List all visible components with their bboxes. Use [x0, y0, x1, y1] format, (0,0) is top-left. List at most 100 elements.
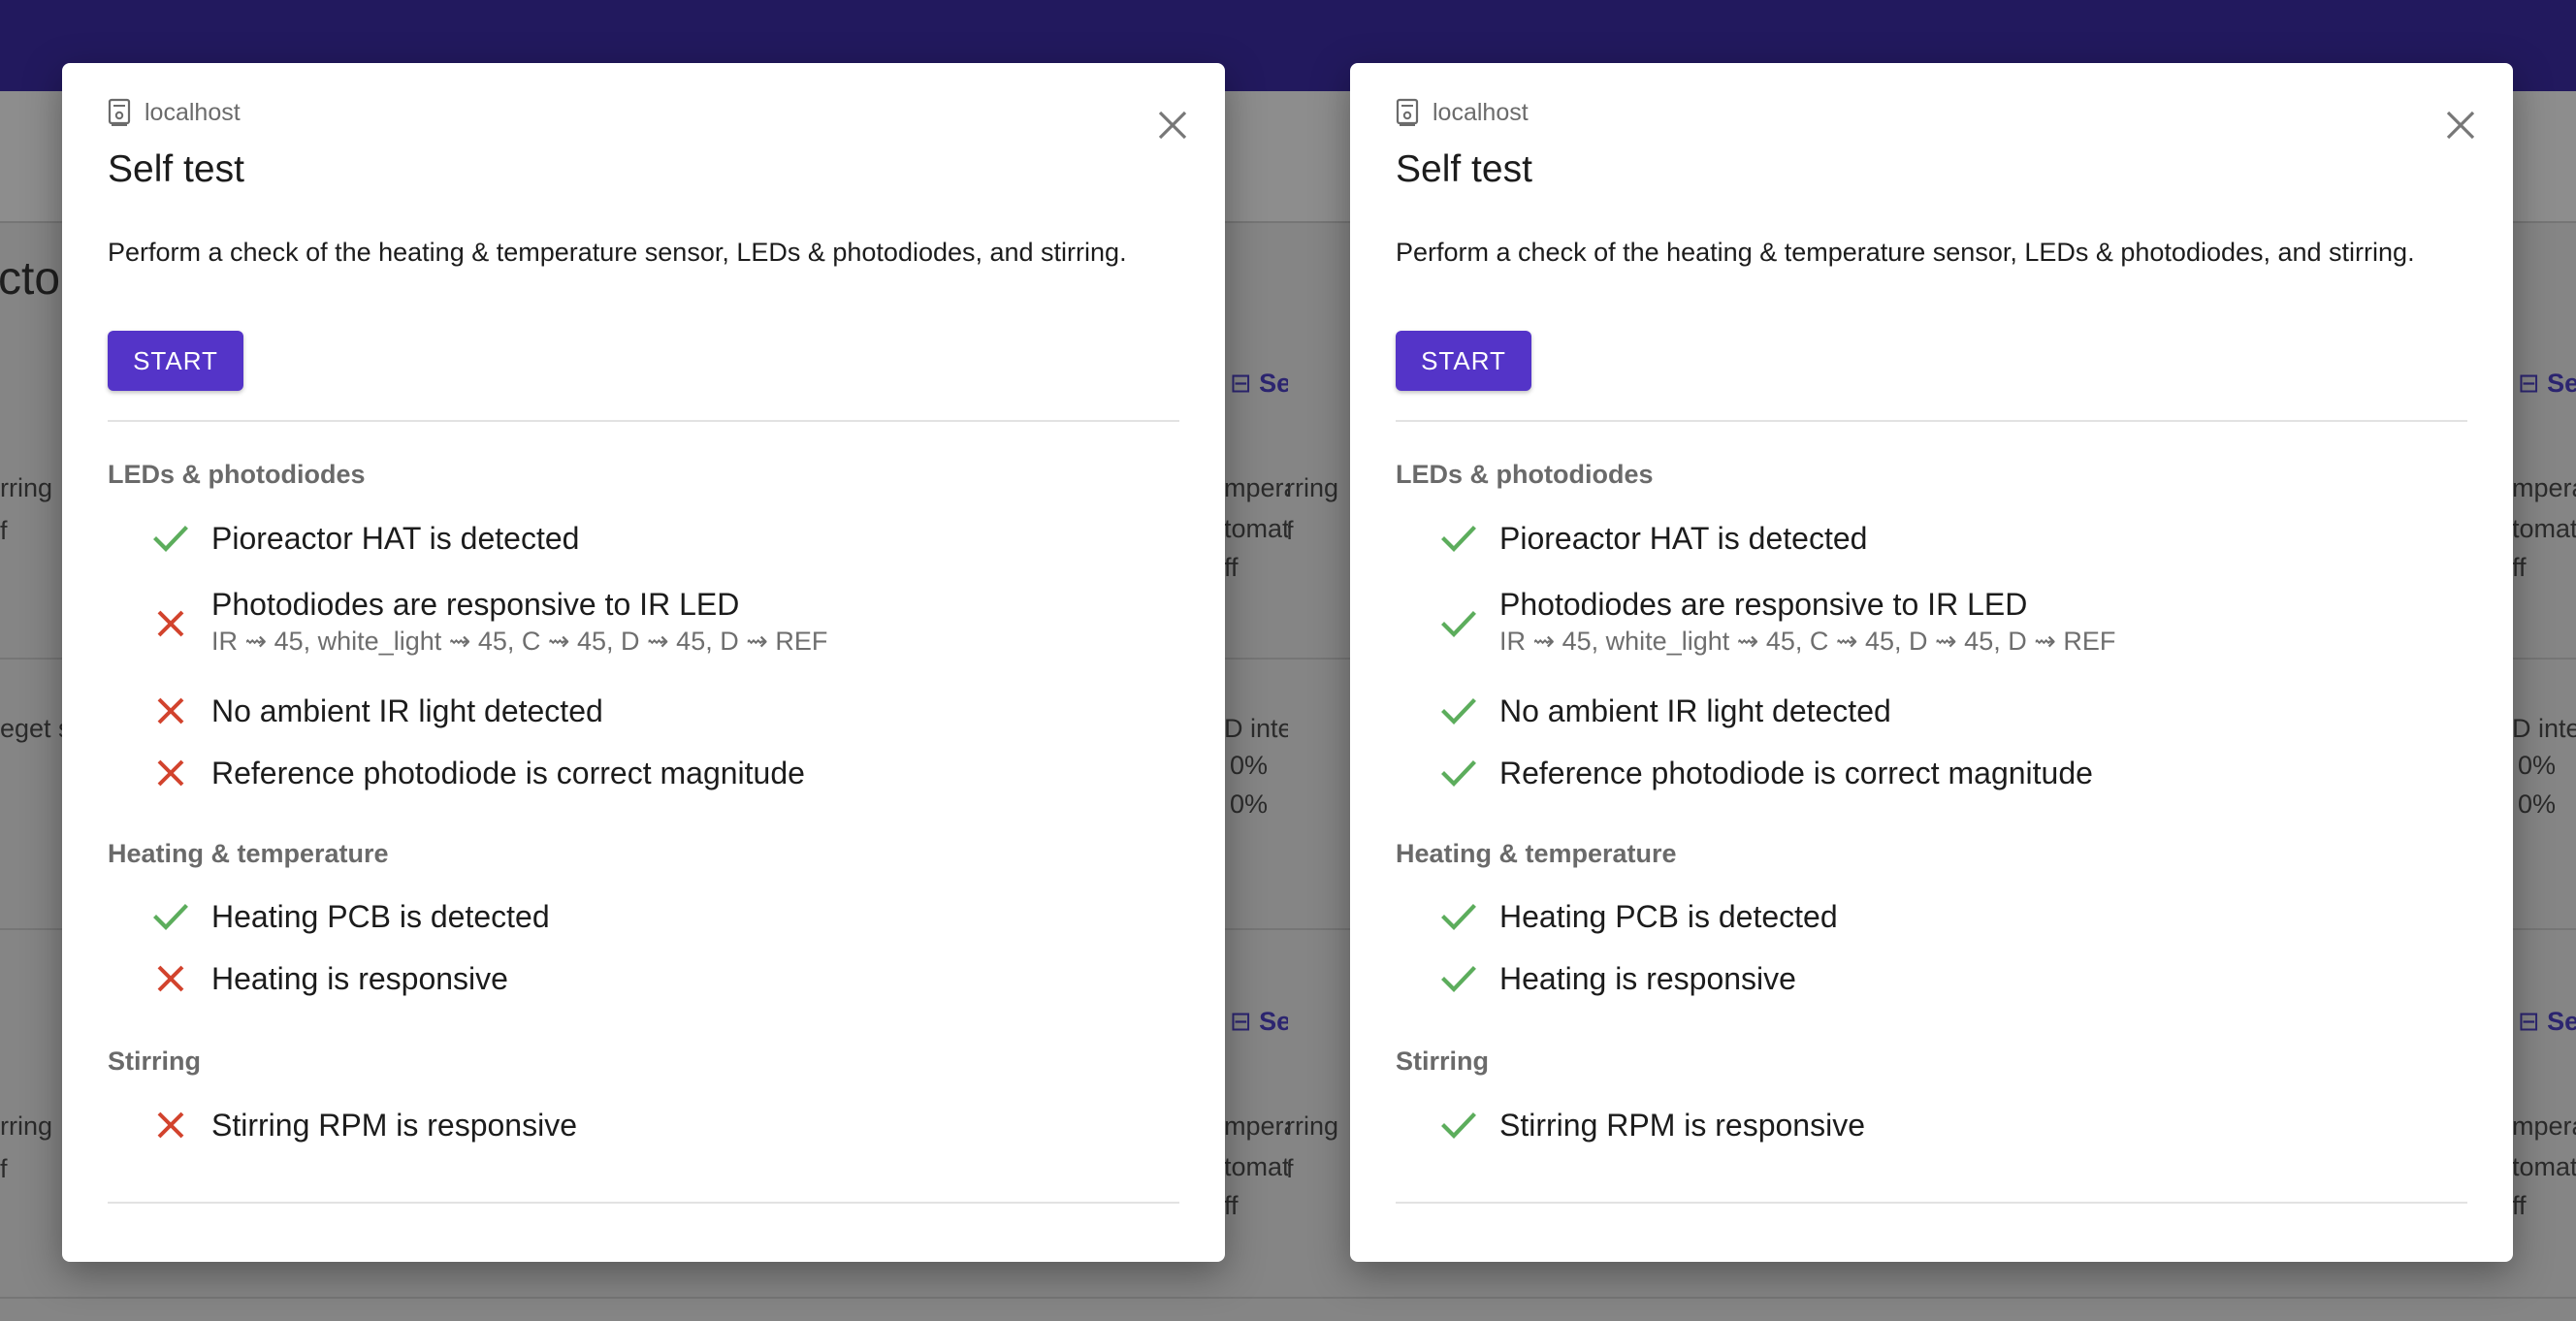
- settings-link[interactable]: Se: [1230, 369, 1288, 399]
- bg-text: f: [1288, 516, 1294, 545]
- bg-text: ff: [1224, 553, 1239, 582]
- divider: [108, 1202, 1179, 1204]
- check-label: Stirring RPM is responsive: [1499, 1108, 1865, 1143]
- check-label: Pioreactor HAT is detected: [211, 521, 580, 556]
- divider: [108, 420, 1179, 422]
- section-heating-temperature: Heating & temperature: [1396, 839, 1677, 868]
- bg-text: f: [0, 1154, 8, 1183]
- check-item-reference-pd: Reference photodiode is correct magnitud…: [151, 754, 805, 792]
- check-icon: [151, 897, 190, 936]
- check-content: Photodiodes are responsive to IR LED IR …: [1499, 585, 2115, 659]
- check-label: Heating is responsive: [1499, 961, 1796, 996]
- bg-text: 0%: [2518, 789, 2557, 819]
- bg-text: mpera: [2512, 473, 2576, 502]
- server-icon: [108, 98, 131, 126]
- bg-text: f: [0, 516, 8, 545]
- divider: [1288, 1297, 2576, 1299]
- check-label: No ambient IR light detected: [1499, 693, 1891, 728]
- check-label: Heating is responsive: [211, 961, 508, 996]
- start-button[interactable]: START: [1396, 331, 1531, 391]
- check-label: Heating PCB is detected: [1499, 899, 1838, 934]
- check-icon: [151, 519, 190, 558]
- check-label: Reference photodiode is correct magnitud…: [1499, 756, 2093, 790]
- check-content: Photodiodes are responsive to IR LED IR …: [211, 585, 827, 659]
- section-leds-photodiodes: LEDs & photodiodes: [1396, 460, 1654, 489]
- self-test-dialog-right: localhost Self test Perform a check of t…: [1350, 63, 2513, 1262]
- bg-text: D integet st: [1224, 714, 1288, 743]
- check-item-stirring-rpm: Stirring RPM is responsive: [1439, 1106, 1865, 1144]
- check-item-hat: Pioreactor HAT is detected: [151, 519, 579, 558]
- check-icon: [1439, 519, 1478, 558]
- check-icon: [1439, 1106, 1478, 1144]
- check-icon: [1439, 897, 1478, 936]
- check-label: Photodiodes are responsive to IR LED: [211, 587, 740, 622]
- heading-fragment: cto: [0, 253, 61, 305]
- cross-icon: [151, 1106, 190, 1144]
- dialog-title: Self test: [1396, 148, 1532, 190]
- check-icon: [1439, 604, 1478, 643]
- check-item-ambient-ir: No ambient IR light detected: [151, 692, 603, 730]
- bg-text: tomat: [2512, 1152, 2576, 1181]
- close-icon: [2446, 111, 2475, 140]
- cross-icon: [151, 754, 190, 792]
- check-item-heating-responsive: Heating is responsive: [151, 959, 508, 998]
- settings-link[interactable]: Se: [1230, 1007, 1288, 1037]
- bg-text: 0%: [2518, 751, 2557, 780]
- dialog-description: Perform a check of the heating & tempera…: [108, 238, 1127, 267]
- bg-text: ff: [2512, 1191, 2527, 1220]
- bg-text: 0%: [1230, 751, 1269, 780]
- check-item-hat: Pioreactor HAT is detected: [1439, 519, 1867, 558]
- check-detail: IR ⇝ 45, white_light ⇝ 45, C ⇝ 45, D ⇝ 4…: [1499, 627, 2116, 656]
- host-label: localhost: [145, 98, 241, 126]
- bg-text: ff: [1224, 1191, 1239, 1220]
- self-test-dialog-left: localhost Self test Perform a check of t…: [62, 63, 1225, 1262]
- bg-text: tomat: [1224, 514, 1288, 543]
- settings-link[interactable]: Se: [2518, 369, 2576, 399]
- bg-text: rring: [1288, 1112, 1339, 1141]
- check-label: Photodiodes are responsive to IR LED: [1499, 587, 2028, 622]
- settings-link[interactable]: Se: [2518, 1007, 2576, 1037]
- check-label: Reference photodiode is correct magnitud…: [211, 756, 805, 790]
- bg-text: tomat: [1224, 1152, 1288, 1181]
- host-label: localhost: [1433, 98, 1529, 126]
- check-item-stirring-rpm: Stirring RPM is responsive: [151, 1106, 577, 1144]
- section-stirring: Stirring: [108, 1047, 202, 1076]
- bg-text: rring: [0, 473, 53, 502]
- check-item-photodiodes: Photodiodes are responsive to IR LED IR …: [1439, 585, 2115, 656]
- bg-text: mpera: [2512, 1112, 2576, 1141]
- section-stirring: Stirring: [1396, 1047, 1490, 1076]
- close-button[interactable]: [2443, 108, 2478, 143]
- bg-text: mperature: [1224, 1112, 1288, 1141]
- bg-text: D integ: [2512, 714, 2576, 743]
- close-icon: [1158, 111, 1187, 140]
- check-item-ambient-ir: No ambient IR light detected: [1439, 692, 1891, 730]
- check-item-reference-pd: Reference photodiode is correct magnitud…: [1439, 754, 2093, 792]
- start-button[interactable]: START: [108, 331, 243, 391]
- dialog-host: localhost: [1396, 98, 1529, 127]
- divider: [1396, 420, 2467, 422]
- bg-text: 0%: [1230, 789, 1269, 819]
- dialog-title: Self test: [108, 148, 244, 190]
- check-label: No ambient IR light detected: [211, 693, 603, 728]
- check-item-heating-responsive: Heating is responsive: [1439, 959, 1796, 998]
- bg-text: rring: [1288, 473, 1339, 502]
- cross-icon: [151, 604, 190, 643]
- section-leds-photodiodes: LEDs & photodiodes: [108, 460, 366, 489]
- check-item-heating-pcb: Heating PCB is detected: [151, 897, 550, 936]
- bg-text: mperature: [1224, 473, 1288, 502]
- server-icon: [1396, 98, 1419, 126]
- cross-icon: [151, 692, 190, 730]
- check-label: Pioreactor HAT is detected: [1499, 521, 1868, 556]
- cross-icon: [151, 959, 190, 998]
- dialog-host: localhost: [108, 98, 241, 127]
- check-icon: [1439, 692, 1478, 730]
- check-item-photodiodes: Photodiodes are responsive to IR LED IR …: [151, 585, 827, 656]
- check-icon: [1439, 754, 1478, 792]
- check-detail: IR ⇝ 45, white_light ⇝ 45, C ⇝ 45, D ⇝ 4…: [211, 627, 828, 656]
- section-heating-temperature: Heating & temperature: [108, 839, 389, 868]
- divider: [1396, 1202, 2467, 1204]
- close-button[interactable]: [1155, 108, 1190, 143]
- check-item-heating-pcb: Heating PCB is detected: [1439, 897, 1838, 936]
- check-label: Stirring RPM is responsive: [211, 1108, 577, 1143]
- bg-text: ff: [2512, 553, 2527, 582]
